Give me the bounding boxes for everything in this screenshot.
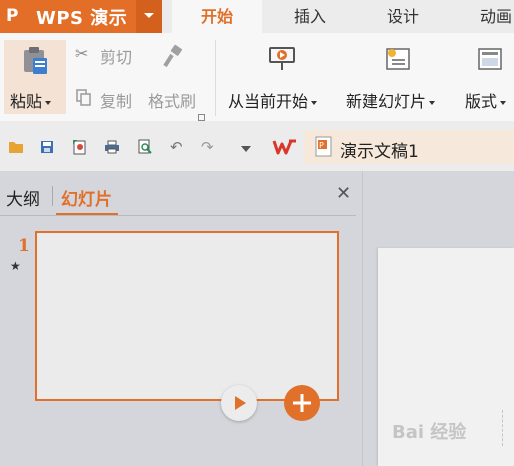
print-icon[interactable] <box>104 140 120 154</box>
wps-w-icon <box>272 139 296 155</box>
from-current-button[interactable]: 从当前开始 <box>228 88 318 112</box>
save-icon[interactable] <box>40 140 54 154</box>
paste-label: 粘贴 <box>10 88 52 112</box>
play-slideshow-button[interactable] <box>221 385 257 421</box>
layout-icon <box>478 48 502 70</box>
copy-button[interactable]: 复制 <box>100 88 132 112</box>
format-painter-button[interactable]: 格式刷 <box>148 88 196 112</box>
slideshow-from-current-icon <box>269 47 295 70</box>
scissors-icon: ✂ <box>75 44 89 63</box>
tab-outline[interactable]: 大纲 <box>6 185 40 210</box>
watermark: Bai 经验 <box>392 422 467 443</box>
layout-button[interactable]: 版式 <box>465 88 507 112</box>
tab-start[interactable]: 开始 <box>172 0 262 33</box>
new-slide-button[interactable]: 新建幻灯片 <box>346 88 436 112</box>
print-preview-icon[interactable] <box>137 139 153 155</box>
tab-slides[interactable]: 幻灯片 <box>61 185 112 210</box>
cut-button[interactable]: 剪切 <box>100 44 132 68</box>
format-painter-icon <box>163 44 182 68</box>
export-pdf-icon[interactable] <box>72 139 88 155</box>
slide-thumbnail[interactable] <box>35 231 339 401</box>
ribbon-separator <box>215 40 216 116</box>
slide-number: 1 <box>18 236 30 256</box>
new-slide-icon <box>386 48 410 70</box>
wps-home-tab[interactable] <box>267 130 303 164</box>
open-folder-icon[interactable] <box>8 140 24 154</box>
play-icon <box>235 396 246 410</box>
app-title[interactable]: WPS 演示 <box>36 4 127 30</box>
slide-animation-star-icon: ★ <box>10 259 21 273</box>
tab-insert[interactable]: 插入 <box>280 0 340 33</box>
tab-animation[interactable]: 动画 <box>466 0 514 33</box>
copy-icon <box>76 89 91 106</box>
presentation-file-icon: P <box>315 136 332 157</box>
document-title: 演示文稿1 <box>340 142 419 162</box>
plus-icon <box>293 394 311 412</box>
dialog-launcher-icon[interactable] <box>198 114 205 121</box>
close-panel-icon[interactable]: ✕ <box>336 183 351 204</box>
svg-text:P: P <box>319 141 324 150</box>
wps-logo-icon: P <box>6 6 19 26</box>
customize-toolbar-dropdown-icon[interactable] <box>241 146 251 152</box>
panel-divider <box>0 215 356 216</box>
tab-design[interactable]: 设计 <box>368 0 438 33</box>
placeholder-border <box>496 410 503 446</box>
add-slide-button[interactable] <box>284 385 320 421</box>
clipboard-icon <box>24 47 47 74</box>
app-menu-dropdown-icon[interactable] <box>136 0 162 33</box>
redo-icon[interactable]: ↷ <box>201 138 214 156</box>
tab-divider <box>52 186 53 206</box>
undo-icon[interactable]: ↶ <box>170 138 183 156</box>
